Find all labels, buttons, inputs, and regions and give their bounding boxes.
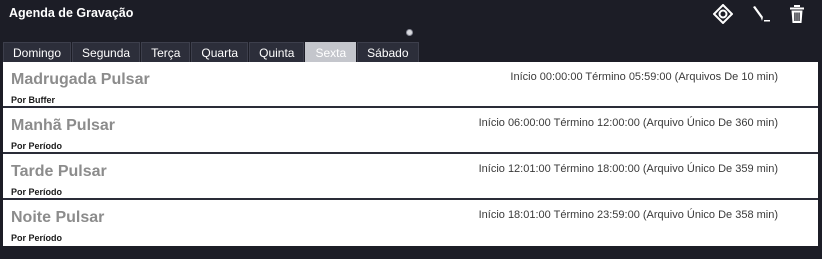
delete-button[interactable] <box>786 3 808 25</box>
schedule-time: Início 00:00:00 Término 05:59:00 (Arquiv… <box>510 71 778 83</box>
schedule-mode: Por Período <box>11 187 63 197</box>
tab-sabado[interactable]: Sábado <box>357 42 419 62</box>
schedule-mode: Por Período <box>11 141 63 151</box>
schedule-name: Tarde Pulsar <box>11 163 107 180</box>
schedule-row[interactable]: Manhã Pulsar Por Período Início 06:00:00… <box>3 108 818 154</box>
tab-domingo[interactable]: Domingo <box>3 42 72 62</box>
tab-segunda[interactable]: Segunda <box>72 42 141 62</box>
title-bar: Agenda de Gravação <box>0 0 822 28</box>
tab-quinta[interactable]: Quinta <box>249 42 305 62</box>
trash-icon <box>790 5 804 23</box>
schedule-time: Início 06:00:00 Término 12:00:00 (Arquiv… <box>478 117 778 129</box>
edit-button[interactable] <box>750 3 772 25</box>
resize-handle[interactable] <box>406 29 413 36</box>
schedule-mode: Por Período <box>11 233 63 243</box>
target-icon <box>713 4 733 24</box>
schedule-list: Madrugada Pulsar Por Buffer Início 00:00… <box>3 62 818 246</box>
window-title: Agenda de Gravação <box>9 6 134 20</box>
schedule-name: Madrugada Pulsar <box>11 71 150 88</box>
locate-button[interactable] <box>712 3 734 25</box>
tab-terca[interactable]: Terça <box>141 42 191 62</box>
schedule-time: Início 18:01:00 Término 23:59:00 (Arquiv… <box>478 209 778 221</box>
schedule-row[interactable]: Madrugada Pulsar Por Buffer Início 00:00… <box>3 62 818 108</box>
schedule-time: Início 12:01:00 Término 18:00:00 (Arquiv… <box>478 163 778 175</box>
schedule-row[interactable]: Tarde Pulsar Por Período Início 12:01:00… <box>3 154 818 200</box>
schedule-row[interactable]: Noite Pulsar Por Período Início 18:01:00… <box>3 200 818 246</box>
tab-quarta[interactable]: Quarta <box>191 42 249 62</box>
day-tabs: Domingo Segunda Terça Quarta Quinta Sext… <box>3 42 420 62</box>
edit-pen-icon <box>753 6 770 22</box>
schedule-mode: Por Buffer <box>11 95 56 105</box>
schedule-name: Noite Pulsar <box>11 209 105 226</box>
schedule-name: Manhã Pulsar <box>11 117 116 134</box>
tab-sexta[interactable]: Sexta <box>305 42 357 62</box>
